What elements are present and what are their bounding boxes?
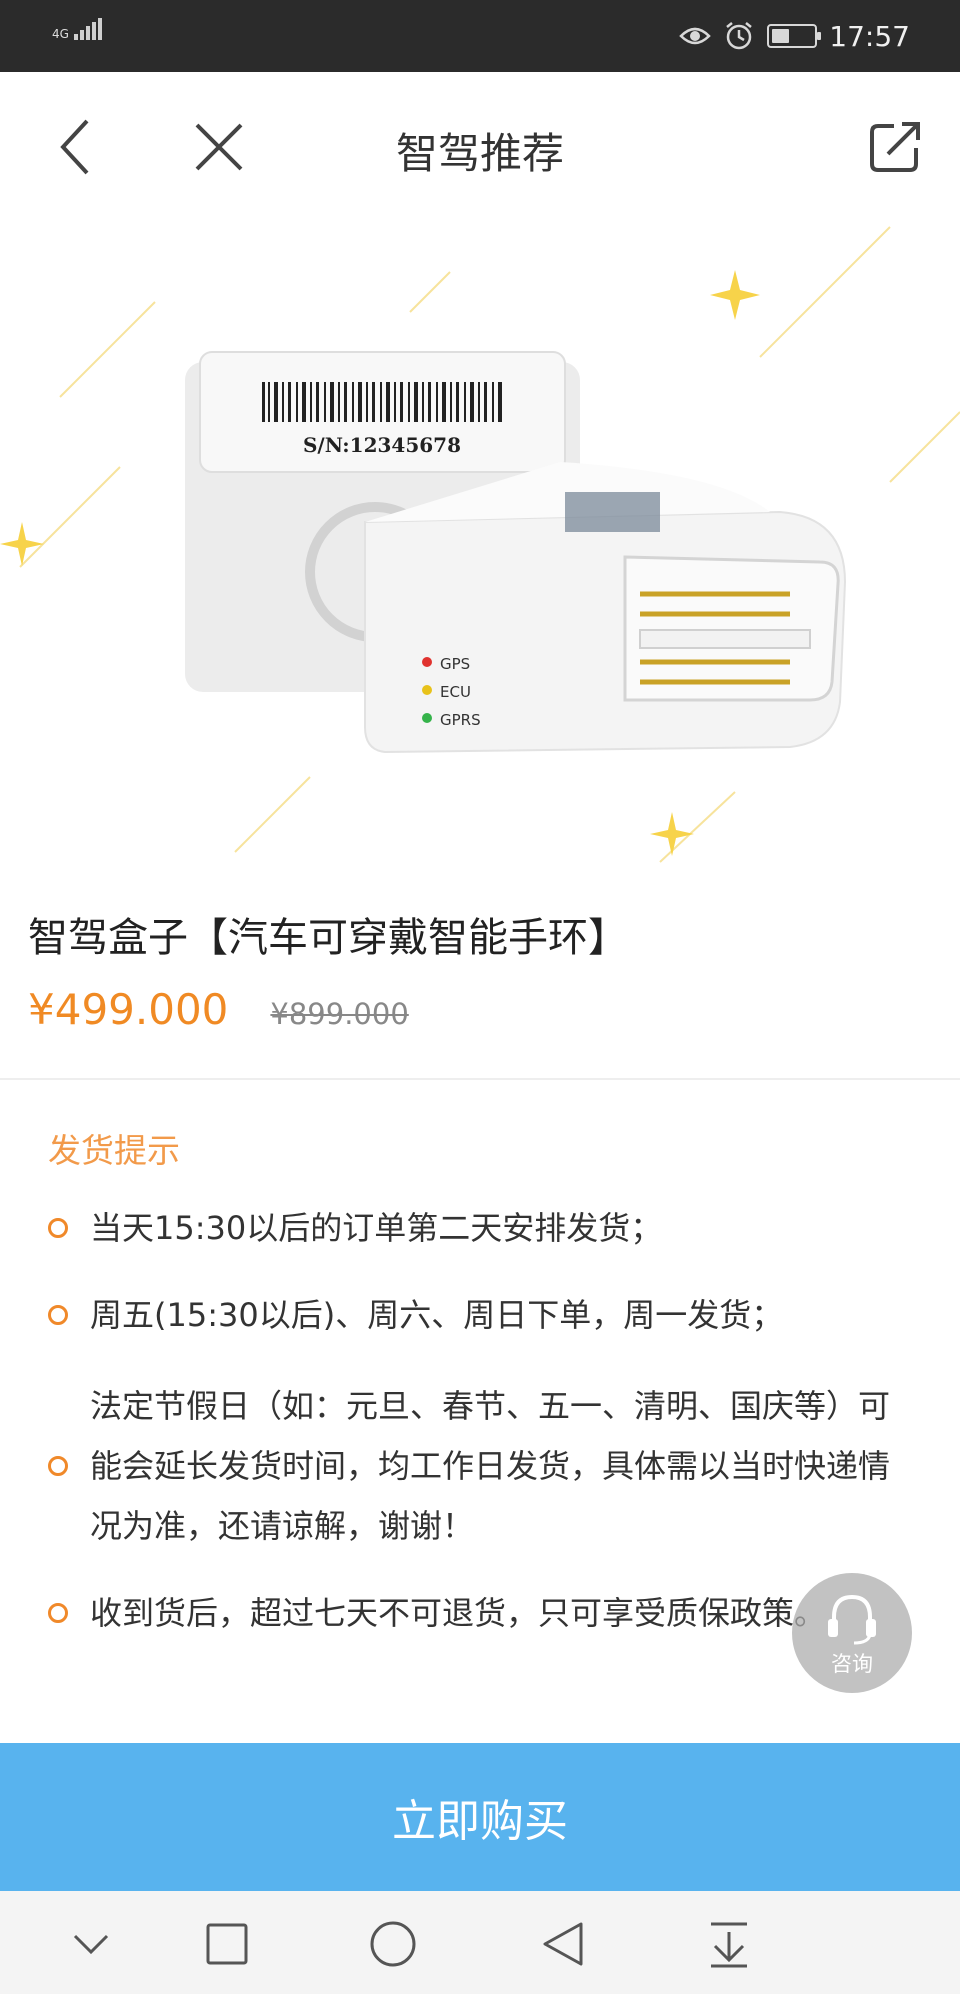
bullet-icon	[48, 1305, 68, 1325]
signal-bar	[97, 18, 102, 40]
nav-bar: 智驾推荐	[0, 72, 960, 222]
recents-button[interactable]	[198, 1915, 256, 1973]
tip-text: 当天15:30以后的订单第二天安排发货；	[90, 1209, 663, 1247]
tip-item: 当天15:30以后的订单第二天安排发货；	[48, 1198, 908, 1258]
led-label-gps: GPS	[440, 655, 470, 673]
signal-bar	[79, 30, 84, 40]
back-nav-button[interactable]	[534, 1915, 592, 1973]
square-icon	[206, 1923, 248, 1965]
consult-button[interactable]: 咨询	[792, 1573, 912, 1693]
battery-icon	[767, 24, 822, 48]
external-share-icon	[870, 122, 920, 172]
product-title: 智驾盒子【汽车可穿戴智能手环】	[28, 915, 628, 961]
network-label: 4G	[52, 27, 69, 41]
led-label-gprs: GPRS	[440, 711, 481, 729]
product-image: S/N:12345678 GPS ECU GPRS	[0, 222, 960, 882]
share-button[interactable]	[860, 112, 930, 182]
obd-device-front: GPS ECU GPRS	[364, 462, 847, 754]
circle-icon	[370, 1921, 416, 1967]
headset-icon	[828, 1594, 876, 1645]
tip-text: 收到货后，超过七天不可退货，只可享受质保政策。	[90, 1594, 827, 1632]
serial-number: S/N:12345678	[303, 433, 461, 457]
original-price: ¥899.000	[270, 997, 409, 1031]
tip-text: 周五(15:30以后)、周六、周日下单，周一发货；	[90, 1296, 784, 1334]
download-icon	[711, 1922, 747, 1968]
bullet-icon	[48, 1603, 68, 1623]
signal-bar	[85, 26, 90, 40]
chevron-down-icon	[73, 1934, 109, 1955]
hide-nav-button[interactable]	[62, 1915, 120, 1973]
signal-indicator: 4G	[52, 18, 102, 40]
price-row: ¥499.000 ¥899.000	[28, 985, 409, 1034]
divider	[0, 1078, 960, 1080]
tip-item: 法定节假日（如：元旦、春节、五一、清明、国庆等）可能会延长发货时间，均工作日发货…	[48, 1376, 908, 1556]
consult-label: 咨询	[831, 1652, 873, 1676]
page-title: 智驾推荐	[395, 129, 564, 178]
signal-bar	[73, 34, 78, 40]
notification-pull-button[interactable]	[700, 1915, 758, 1973]
signal-bar	[91, 22, 96, 40]
bullet-icon	[48, 1456, 68, 1476]
sale-price: ¥499.000	[28, 985, 229, 1034]
tip-item: 收到货后，超过七天不可退货，只可享受质保政策。	[48, 1583, 908, 1643]
bullet-icon	[48, 1218, 68, 1238]
alarm-icon	[723, 20, 755, 52]
status-bar: 4G 17:57	[0, 0, 960, 72]
shipping-tips-title: 发货提示	[48, 1131, 180, 1170]
tip-item: 周五(15:30以后)、周六、周日下单，周一发货；	[48, 1285, 908, 1345]
battery-level	[772, 29, 790, 43]
triangle-back-icon	[543, 1922, 583, 1966]
system-nav-bar	[0, 1891, 960, 1994]
status-time: 17:57	[829, 19, 910, 53]
led-label-ecu: ECU	[440, 683, 471, 701]
status-icons: 17:57	[679, 14, 910, 58]
eye-icon	[679, 20, 712, 52]
tip-text: 法定节假日（如：元旦、春节、五一、清明、国庆等）可能会延长发货时间，均工作日发货…	[90, 1387, 891, 1545]
home-button[interactable]	[364, 1915, 422, 1973]
buy-now-button[interactable]: 立即购买	[0, 1743, 960, 1891]
